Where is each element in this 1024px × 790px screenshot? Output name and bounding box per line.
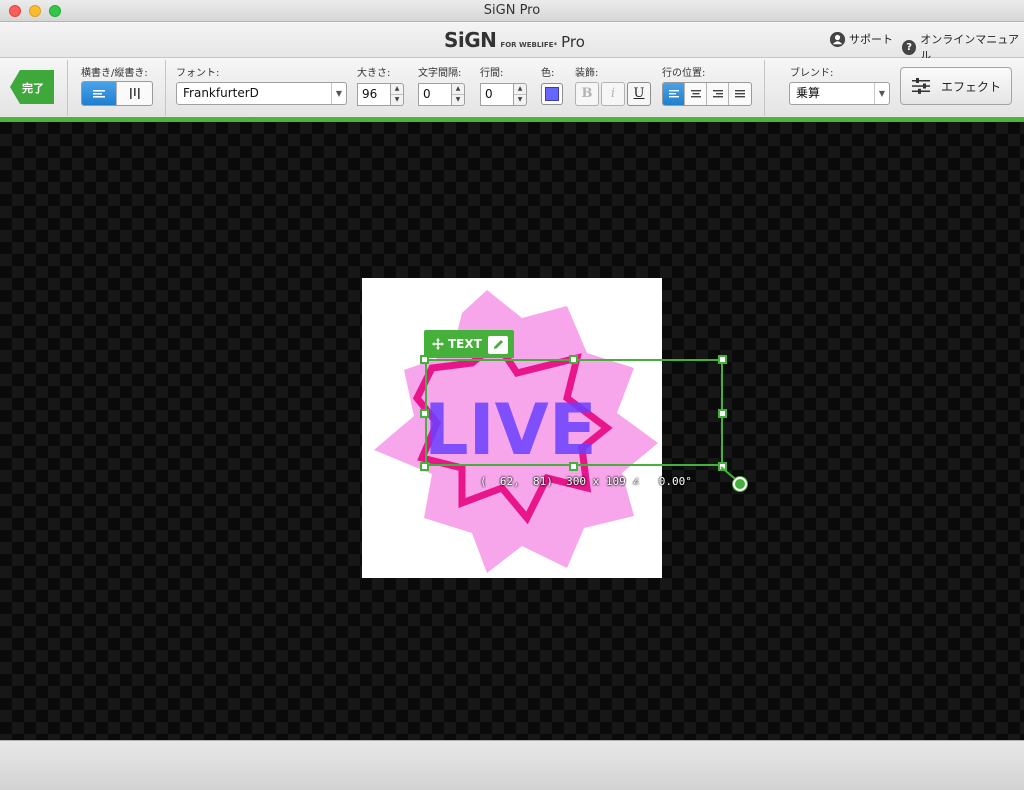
resize-handle-top-right[interactable] [718,355,727,364]
resize-handle-bottom-left[interactable] [420,462,429,471]
help-icon: ? [902,39,917,55]
blend-mode-select[interactable]: 乗算 ▼ [789,82,890,105]
blend-label: ブレンド: [790,68,834,79]
alignment-toggle [662,82,752,106]
align-justify-icon [735,90,745,98]
vertical-writing-button[interactable] [117,82,152,105]
line-spacing-stepper[interactable]: 0 ▲ ▼ [480,83,527,106]
letter-spacing-stepper[interactable]: 0 ▲ ▼ [418,83,465,106]
line-spacing-increment-button[interactable]: ▲ [514,84,526,95]
italic-button[interactable]: i [601,82,625,106]
brand-bar: SiGN FOR WEBLIFE* Pro サポート ? オンラインマニュアル [0,22,1024,62]
align-right-icon [713,90,723,98]
text-color-swatch[interactable] [541,83,563,105]
logo-edition: Pro [561,33,585,51]
decoration-label: 装飾: [575,68,599,79]
support-link[interactable]: サポート [830,31,893,47]
resize-handle-top[interactable] [569,355,578,364]
support-link-label: サポート [849,33,893,46]
align-right-button[interactable] [707,83,729,105]
line-spacing-decrement-button[interactable]: ▼ [514,95,526,105]
rotation-handle[interactable] [733,477,747,491]
logo-name: SiGN [444,28,497,52]
letter-spacing-decrement-button[interactable]: ▼ [452,95,464,105]
zoom-window-button[interactable] [49,5,61,17]
resize-handle-bottom[interactable] [569,462,578,471]
pencil-icon[interactable] [488,336,508,354]
align-left-icon [669,90,679,98]
size-increment-button[interactable]: ▲ [391,84,403,95]
app-logo: SiGN FOR WEBLIFE* Pro [444,28,585,52]
done-button-label: 完了 [22,82,44,95]
letter-spacing-increment-button[interactable]: ▲ [452,84,464,95]
effect-button-label: エフェクト [940,79,1001,94]
align-label: 行の位置: [662,68,706,79]
user-icon [830,31,845,47]
window-titlebar: SiGN Pro [0,0,1024,22]
letter-spacing-label: 文字間隔: [418,68,462,79]
align-center-button[interactable] [685,83,707,105]
align-left-button[interactable] [663,83,685,105]
selection-bounding-box[interactable] [425,359,723,466]
resize-handle-top-left[interactable] [420,355,429,364]
align-justify-button[interactable] [729,83,751,105]
orientation-toggle [81,81,153,106]
horizontal-writing-button[interactable] [82,82,117,105]
transform-readout: ( 62, 81) 300 x 109 ∠ 0.00° [480,475,692,488]
bottom-bar [0,740,1024,790]
bold-button[interactable]: B [575,82,599,106]
font-label: フォント: [176,68,220,79]
size-decrement-button[interactable]: ▼ [391,95,403,105]
orientation-label: 横書き/縦書き: [81,68,148,79]
color-label: 色: [541,68,555,79]
line-spacing-input[interactable]: 0 [480,83,514,106]
toolbar-divider [764,60,765,116]
letter-spacing-input[interactable]: 0 [418,83,452,106]
underline-button[interactable]: U [627,82,651,106]
toolbar-divider [67,60,68,116]
font-select-value: FrankfurterD [183,86,259,100]
chevron-down-icon: ▼ [874,83,889,104]
horizontal-text-icon [93,90,105,98]
minimize-window-button[interactable] [29,5,41,17]
window-title: SiGN Pro [483,3,541,18]
align-center-icon [691,90,701,98]
font-select[interactable]: FrankfurterD ▼ [176,82,347,105]
size-stepper[interactable]: 96 ▲ ▼ [357,83,404,106]
resize-handle-right[interactable] [718,409,727,418]
chevron-down-icon: ▼ [331,83,346,104]
close-window-button[interactable] [9,5,21,17]
sliders-icon [911,78,930,94]
size-label: 大きさ: [357,68,391,79]
color-swatch-fill [545,87,559,101]
vertical-text-icon [130,88,140,99]
toolbar-divider [165,60,166,116]
resize-handle-left[interactable] [420,409,429,418]
size-input[interactable]: 96 [357,83,391,106]
text-layer-tag-label: TEXT [448,337,482,351]
move-icon [432,338,444,350]
blend-mode-value: 乗算 [796,86,821,100]
done-button[interactable]: 完了 [10,70,54,104]
effect-button[interactable]: エフェクト [900,67,1012,105]
logo-sub: FOR WEBLIFE* [500,41,558,49]
line-spacing-label: 行間: [480,68,504,79]
